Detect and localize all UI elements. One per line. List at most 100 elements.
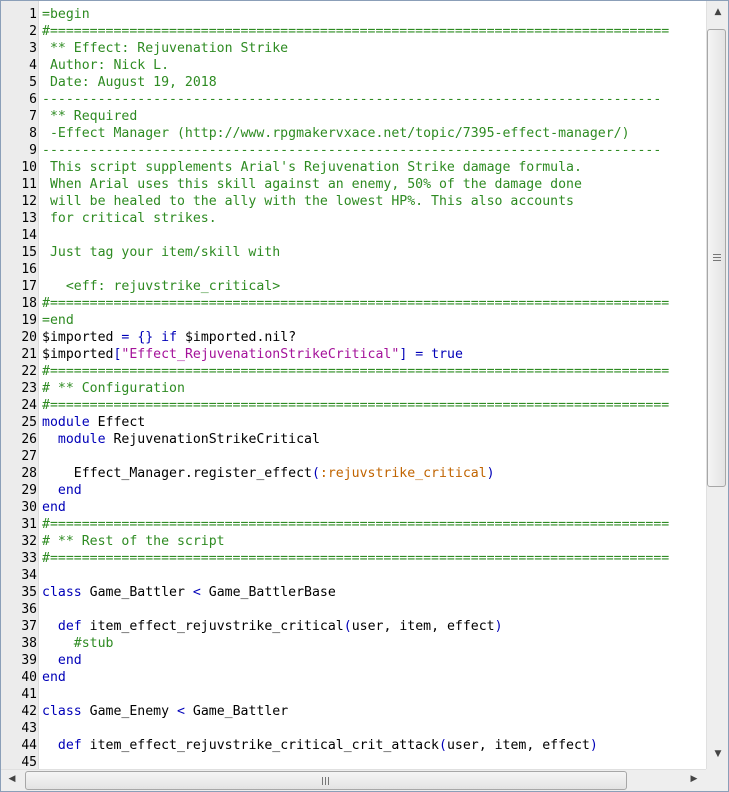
grip-icon [328, 777, 329, 785]
code-line[interactable]: 11 When Arial uses this skill against an… [1, 176, 706, 193]
line-number: 37 [21, 619, 37, 634]
grip-icon [325, 777, 326, 785]
code-line[interactable]: 12 will be healed to the ally with the l… [1, 193, 706, 210]
code-line[interactable]: 9 ---------------------------------------… [1, 142, 706, 159]
code-line[interactable]: 33 #=====================================… [1, 550, 706, 567]
code-line[interactable]: 14 [1, 227, 706, 244]
horizontal-scrollbar[interactable]: ◀ ▶ [1, 769, 706, 791]
code-text: This script supplements Arial's Rejuvena… [42, 159, 582, 176]
code-line[interactable]: 24 #=====================================… [1, 397, 706, 414]
code-text: #=======================================… [42, 397, 669, 414]
code-token: def [57, 619, 82, 634]
code-line[interactable]: 38 #stub [1, 635, 706, 652]
code-line[interactable]: 39 end [1, 652, 706, 669]
code-line[interactable]: 7 ** Required [1, 108, 706, 125]
code-token: # ** Configuration [42, 381, 185, 396]
code-line[interactable]: 6 ---------------------------------------… [1, 91, 706, 108]
scroll-up-icon[interactable]: ▲ [707, 7, 728, 17]
horizontal-scroll-thumb[interactable] [25, 771, 627, 790]
code-line[interactable]: 27 [1, 448, 706, 465]
code-token: ** Effect: Rejuvenation Strike [42, 41, 289, 56]
code-line[interactable]: 20 $imported = {} if $imported.nil? [1, 329, 706, 346]
code-token: #stub [73, 636, 114, 651]
line-number: 10 [21, 160, 37, 175]
code-line[interactable]: 21 $imported["Effect_RejuvenationStrikeCr… [1, 346, 706, 363]
code-line[interactable]: 22 #=====================================… [1, 363, 706, 380]
code-line[interactable]: 35 class Game_Battler < Game_BattlerBase [1, 584, 706, 601]
code-token: ) [589, 738, 598, 753]
code-line[interactable]: 36 [1, 601, 706, 618]
code-line[interactable]: 43 [1, 720, 706, 737]
line-number: 23 [21, 381, 37, 396]
code-text: When Arial uses this skill against an en… [42, 176, 582, 193]
grip-icon [713, 260, 721, 261]
code-line[interactable]: 3 ** Effect: Rejuvenation Strike [1, 40, 706, 57]
code-text: #=======================================… [42, 550, 669, 567]
code-token: RejuvenationStrikeCritical [105, 432, 320, 447]
code-token: class [42, 704, 82, 719]
code-line[interactable]: 18 #=====================================… [1, 295, 706, 312]
code-line[interactable]: 40 end [1, 669, 706, 686]
code-text: #=======================================… [42, 516, 669, 533]
code-text: #=======================================… [42, 295, 669, 312]
line-number: 4 [29, 58, 37, 73]
code-token: Game_BattlerBase [200, 585, 336, 600]
code-line[interactable]: 44 def item_effect_rejuvstrike_critical_… [1, 737, 706, 754]
code-line[interactable]: 5 Date: August 19, 2018 [1, 74, 706, 91]
code-text: module RejuvenationStrikeCritical [42, 431, 320, 448]
scroll-down-icon[interactable]: ▼ [707, 749, 728, 759]
code-text: # ** Configuration [42, 380, 185, 397]
code-token: Just tag your item/skill with [42, 245, 281, 260]
code-text: end [42, 499, 66, 516]
code-text: end [42, 652, 82, 669]
code-text: ----------------------------------------… [42, 91, 661, 108]
code-token: ( [343, 619, 352, 634]
code-line[interactable]: 37 def item_effect_rejuvstrike_critical(… [1, 618, 706, 635]
code-line[interactable]: 8 -Effect Manager (http://www.rpgmakervx… [1, 125, 706, 142]
code-token: Effect_Manager.register_effect [42, 466, 312, 481]
code-line[interactable]: 10 This script supplements Arial's Rejuv… [1, 159, 706, 176]
code-line[interactable]: 26 module RejuvenationStrikeCritical [1, 431, 706, 448]
code-text: class Game_Battler < Game_BattlerBase [42, 584, 336, 601]
code-line[interactable]: 16 [1, 261, 706, 278]
code-line[interactable]: 41 [1, 686, 706, 703]
code-line[interactable]: 30 end [1, 499, 706, 516]
code-line[interactable]: 2 #======================================… [1, 23, 706, 40]
line-number: 30 [21, 500, 37, 515]
code-token: #=======================================… [42, 551, 670, 566]
code-line[interactable]: 42 class Game_Enemy < Game_Battler [1, 703, 706, 720]
code-line[interactable]: 25 module Effect [1, 414, 706, 431]
code-text: Effect_Manager.register_effect(:rejuvstr… [42, 465, 495, 482]
vertical-scroll-thumb[interactable] [707, 29, 726, 487]
code-line[interactable]: 13 for critical strikes. [1, 210, 706, 227]
code-line[interactable]: 31 #=====================================… [1, 516, 706, 533]
line-number: 3 [29, 41, 37, 56]
code-line[interactable]: 15 Just tag your item/skill with [1, 244, 706, 261]
code-line[interactable]: 17 <eff: rejuvstrike_critical> [1, 278, 706, 295]
code-token: module [57, 432, 106, 447]
code-token: true [431, 347, 463, 362]
code-line[interactable]: 34 [1, 567, 706, 584]
code-text: Date: August 19, 2018 [42, 74, 217, 91]
scroll-right-icon[interactable]: ▶ [683, 774, 705, 784]
scroll-left-icon[interactable]: ◀ [1, 774, 23, 784]
code-text-area[interactable]: 1 =begin 2 #===============================… [1, 6, 706, 769]
code-line[interactable]: 23 # ** Configuration [1, 380, 706, 397]
code-token: class [42, 585, 82, 600]
code-line[interactable]: 1 =begin [1, 6, 706, 23]
code-token: #=======================================… [42, 398, 670, 413]
code-token: < [192, 585, 201, 600]
code-text: class Game_Enemy < Game_Battler [42, 703, 288, 720]
code-line[interactable]: 29 end [1, 482, 706, 499]
line-number: 38 [21, 636, 37, 651]
code-text: ** Required [42, 108, 137, 125]
code-line[interactable]: 28 Effect_Manager.register_effect(:rejuv… [1, 465, 706, 482]
line-number: 19 [21, 313, 37, 328]
code-token: =begin [42, 7, 90, 22]
code-line[interactable]: 32 # ** Rest of the script [1, 533, 706, 550]
code-line[interactable]: 45 [1, 754, 706, 769]
code-line[interactable]: 4 Author: Nick L. [1, 57, 706, 74]
line-number: 29 [21, 483, 37, 498]
code-line[interactable]: 19 =end [1, 312, 706, 329]
